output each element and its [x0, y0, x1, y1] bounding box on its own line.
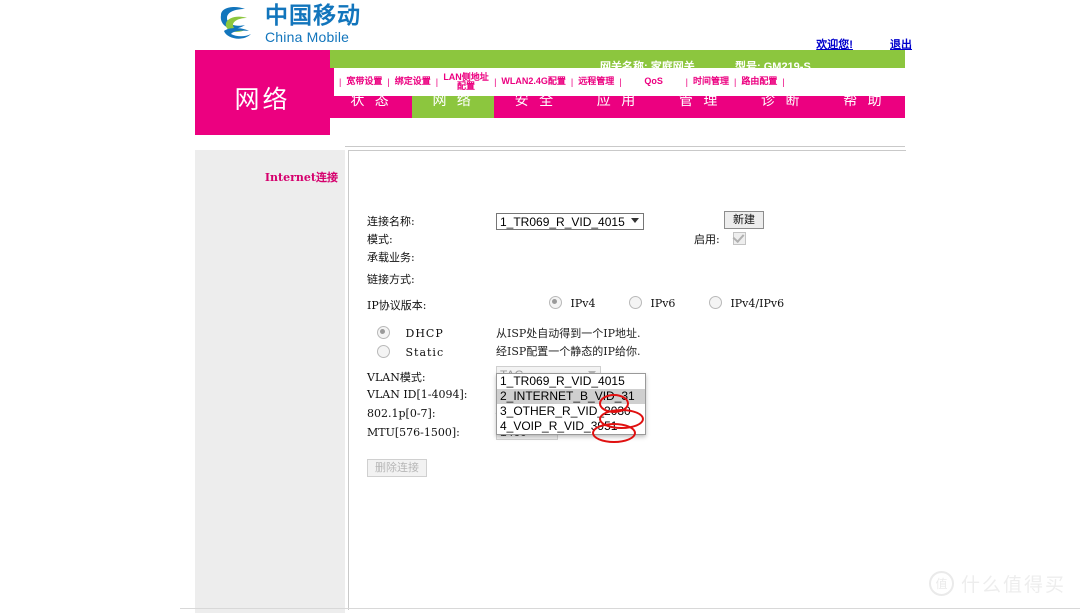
connection-name-select[interactable]: 1_TR069_R_VID_4015: [496, 213, 644, 230]
watermark: 值 什么值得买: [928, 570, 1066, 597]
label-vlan-mode: VLAN模式:: [367, 371, 426, 384]
subnav-separator: |: [733, 77, 737, 87]
label-connection-name: 连接名称:: [367, 215, 415, 228]
connection-name-select-value: 1_TR069_R_VID_4015: [500, 215, 625, 229]
watermark-text: 什么值得买: [960, 574, 1066, 596]
ipv4-ipv6-label: IPv4/IPv6: [730, 297, 785, 310]
main-panel: 连接名称: 模式: 承载业务: 链接方式: IP协议版本: 1_TR069_R_…: [348, 150, 906, 610]
router-admin-page: 中国移动 China Mobile 欢迎您! 退出 网络 网关名称: 家庭网关 …: [180, 0, 920, 613]
dhcp-label: DHCP: [405, 327, 444, 340]
label-ip-version: IP协议版本:: [367, 299, 427, 312]
china-mobile-wave-logo-icon: [215, 3, 259, 45]
watermark-badge-icon: 值: [928, 571, 954, 596]
subnav-item-lan-address[interactable]: LAN侧地址配置: [443, 72, 489, 92]
subnav-separator: |: [387, 77, 390, 87]
static-description: 经ISP配置一个静态的IP给你.: [496, 345, 641, 358]
dropdown-option-voip[interactable]: 4_VOIP_R_VID_3951: [497, 419, 645, 434]
subnav-separator: |: [435, 77, 439, 87]
subnav-separator: |: [685, 77, 688, 87]
ipv4-radio[interactable]: [549, 296, 562, 309]
subnav-separator: |: [782, 77, 785, 87]
delete-connection-button[interactable]: 删除连接: [367, 459, 427, 477]
subnav-item-wlan24g[interactable]: WLAN2.4G配置: [501, 76, 566, 86]
label-service-type: 承载业务:: [367, 251, 415, 264]
subnav-item-broadband[interactable]: 宽带设置: [346, 76, 382, 86]
label-mtu: MTU[576-1500]:: [367, 426, 460, 439]
sub-nav: | 宽带设置 | 绑定设置 | LAN侧地址配置 | WLAN2.4G配置 | …: [330, 68, 909, 96]
subnav-item-remote-mgmt[interactable]: 远程管理: [578, 76, 614, 86]
ipv6-radio[interactable]: [628, 296, 642, 309]
dropdown-option-internet[interactable]: 2_INTERNET_B_VID_31: [497, 389, 645, 404]
label-enable: 启用:: [694, 233, 720, 246]
content-top-rule: [345, 146, 905, 147]
ip-version-radio-group: IPv4 IPv6 IPv4/IPv6: [549, 296, 784, 310]
static-option-row: Static: [377, 345, 444, 359]
new-connection-button[interactable]: 新建: [724, 211, 764, 229]
dropdown-option-other[interactable]: 3_OTHER_R_VID_2030: [497, 404, 645, 419]
page-title: 网络: [234, 85, 291, 114]
label-vlan-id: VLAN ID[1-4094]:: [367, 388, 468, 401]
label-link-type: 链接方式:: [367, 273, 415, 286]
ipv4-ipv6-radio[interactable]: [708, 296, 722, 309]
subnav-item-binding[interactable]: 绑定设置: [395, 76, 431, 86]
sidebar-item-internet-connection[interactable]: Internet连接: [265, 169, 338, 185]
enable-checkbox[interactable]: [733, 232, 747, 245]
dhcp-description: 从ISP处自动得到一个IP地址.: [496, 327, 641, 340]
china-mobile-logo: 中国移动 China Mobile: [215, 3, 361, 45]
static-radio[interactable]: [377, 345, 390, 358]
dhcp-option-row: DHCP: [377, 326, 444, 340]
brand-name-en: China Mobile: [265, 28, 350, 45]
dropdown-option-tr069[interactable]: 1_TR069_R_VID_4015: [497, 374, 645, 389]
label-mode: 模式:: [367, 233, 393, 246]
subnav-separator: |: [570, 77, 574, 87]
subnav-item-time-mgmt[interactable]: 时间管理: [693, 76, 729, 86]
dhcp-radio[interactable]: [377, 326, 390, 339]
content-area: Internet连接 连接名称: 模式: 承载业务: 链接方式: IP协议版本:…: [180, 146, 920, 613]
sidebar: Internet连接: [195, 146, 345, 613]
subnav-item-qos[interactable]: QoS: [627, 76, 681, 86]
chevron-down-icon: [631, 218, 639, 223]
brand-header: 中国移动 China Mobile 欢迎您! 退出: [180, 0, 920, 51]
subnav-separator: |: [619, 77, 622, 87]
static-label: Static: [405, 346, 445, 359]
enable-field: 启用:: [694, 231, 747, 247]
ipv6-label: IPv6: [650, 297, 676, 310]
internet-connection-form: 连接名称: 模式: 承载业务: 链接方式: IP协议版本: 1_TR069_R_…: [349, 151, 906, 610]
subnav-separator: |: [339, 77, 342, 87]
section-title-panel: 网络: [195, 50, 330, 135]
subnav-item-routing[interactable]: 路由配置: [741, 76, 777, 86]
ipv4-label: IPv4: [570, 297, 596, 310]
label-dot1p: 802.1p[0-7]:: [367, 407, 436, 420]
connection-name-dropdown-list[interactable]: 1_TR069_R_VID_4015 2_INTERNET_B_VID_31 3…: [496, 373, 646, 435]
subnav-separator: |: [494, 77, 497, 87]
brand-name-cn: 中国移动: [265, 2, 361, 29]
